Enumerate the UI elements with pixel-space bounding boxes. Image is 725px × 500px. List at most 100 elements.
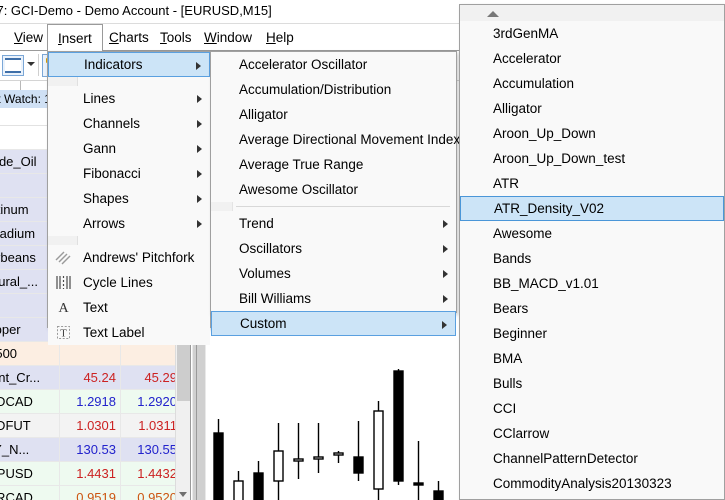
blank-icon — [55, 115, 72, 132]
menu-item-bulls[interactable]: Bulls — [460, 371, 724, 396]
menu-item-alligator[interactable]: Alligator — [460, 96, 724, 121]
menu-item-bma[interactable]: BMA — [460, 346, 724, 371]
menu-item-alligator[interactable]: Alligator — [211, 102, 456, 127]
menu-item-arrows[interactable]: Arrows — [48, 211, 210, 236]
table-row[interactable]: Brent_Cr... 45.24 45.29 — [0, 366, 190, 390]
menu-item-awesome-oscillator[interactable]: Awesome Oscillator — [211, 177, 456, 202]
bid-cell: 130.53 — [76, 442, 116, 457]
menubar-item-insert-label: nsert — [61, 31, 92, 46]
menu-item-label: Average Directional Movement Index — [239, 132, 461, 147]
menu-item-label: CClarrow — [493, 426, 550, 441]
menu-item-oscillators[interactable]: Oscillators — [211, 236, 456, 261]
menu-item-label: Accelerator — [493, 51, 562, 66]
bid-cell: 1.2918 — [76, 394, 116, 409]
bid-cell: 1.0301 — [76, 418, 116, 433]
chevron-right-icon — [197, 145, 202, 153]
menu-item-custom[interactable]: Custom — [211, 311, 456, 336]
menu-item-average-true-range[interactable]: Average True Range — [211, 152, 456, 177]
menu-item-accumulation[interactable]: Accumulation — [460, 71, 724, 96]
menu-item-shapes[interactable]: Shapes — [48, 186, 210, 211]
menu-item-atr[interactable]: ATR — [460, 171, 724, 196]
chevron-right-icon — [197, 220, 202, 228]
menu-item-aroon-up-down-test[interactable]: Aroon_Up_Down_test — [460, 146, 724, 171]
table-row[interactable]: JPY_N... 130.53 130.55 — [0, 438, 190, 462]
menubar-item-help[interactable]: Help — [256, 24, 304, 51]
menu-item-cci[interactable]: CCI — [460, 396, 724, 421]
table-row[interactable]: USDFUT 1.0301 1.0311 — [0, 414, 190, 438]
menu-item-accelerator[interactable]: Accelerator — [460, 46, 724, 71]
ask-cell: 45.29 — [144, 370, 177, 385]
chevron-right-icon — [197, 120, 202, 128]
menu-item-bb-macd-v1-01[interactable]: BB_MACD_v1.01 — [460, 271, 724, 296]
ask-cell: 0.9520 — [137, 490, 177, 500]
menu-item-beginner[interactable]: Beginner — [460, 321, 724, 346]
menu-item-label: CCI — [493, 401, 517, 416]
bid-cell: 1.4431 — [76, 466, 116, 481]
menu-item-fibonacci[interactable]: Fibonacci — [48, 161, 210, 186]
table-row[interactable]: USDCAD 1.2918 1.2920 — [0, 390, 190, 414]
ask-cell: 1.0311 — [138, 418, 177, 433]
menu-item-label: 3rdGenMA — [493, 26, 559, 41]
ask-cell: 1.4432 — [137, 466, 177, 481]
menu-item-accelerator-oscillator[interactable]: Accelerator Oscillator — [211, 52, 456, 77]
bid-cell: 45.24 — [83, 370, 116, 385]
new-chart-button[interactable] — [2, 55, 24, 76]
menu-item-accumulation-distribution[interactable]: Accumulation/Distribution — [211, 77, 456, 102]
menu-item-label: BMA — [493, 351, 523, 366]
indicators-submenu: Accelerator Oscillator Accumulation/Distr… — [210, 51, 460, 336]
menu-item-bears[interactable]: Bears — [460, 296, 724, 321]
menu-item-awesome[interactable]: Awesome — [460, 221, 724, 246]
menu-item-label: Accumulation/Distribution — [239, 82, 392, 97]
menu-item-bands[interactable]: Bands — [460, 246, 724, 271]
menu-item-bill-williams[interactable]: Bill Williams — [211, 286, 456, 311]
chevron-right-icon — [197, 95, 202, 103]
menu-item-channelpatterndetector[interactable]: ChannelPatternDetector — [460, 446, 724, 471]
blank-icon — [55, 190, 72, 207]
menu-item-label: Alligator — [493, 101, 542, 116]
table-row[interactable]: GBPUSD 1.4431 1.4432 — [0, 462, 190, 486]
menubar-item-view-label: iew — [22, 30, 44, 45]
scroll-down-icon[interactable] — [179, 492, 187, 497]
custom-menu-list: 3rdGenMA Accelerator Accumulation Alligator… — [460, 21, 724, 499]
menu-item-commodityanalysis20130323[interactable]: CommodityAnalysis20130323 — [460, 471, 724, 496]
menu-item-average-directional-movement-index[interactable]: Average Directional Movement Index — [211, 127, 460, 152]
ask-cell: 1.2920 — [137, 394, 177, 409]
table-row[interactable]: EURCAD 0.9519 0.9520 — [0, 486, 190, 500]
new-chart-dropdown-caret-icon[interactable] — [27, 62, 35, 66]
menu-item-channels[interactable]: Channels — [48, 111, 210, 136]
table-row[interactable]: SP500 — [0, 342, 190, 366]
menu-item-andrews-pitchfork[interactable]: Andrews' Pitchfork — [48, 245, 210, 270]
svg-text:T: T — [60, 328, 67, 340]
indicators-menu-list: Accelerator Oscillator Accumulation/Distr… — [211, 52, 460, 336]
menu-item-label: Text Label — [83, 325, 145, 340]
menu-item-label: Awesome Oscillator — [239, 182, 359, 197]
menu-item-label: Bill Williams — [239, 291, 311, 306]
insert-menu: Indicators Lines Channels Gann Fibonacci Shap… — [47, 51, 211, 345]
menu-item-label: CommodityAnalysis20130323 — [493, 476, 672, 491]
menu-item-3rdgenma[interactable]: 3rdGenMA — [460, 21, 724, 46]
menu-item-label: Bulls — [493, 376, 523, 391]
menubar-item-window[interactable]: Window — [194, 24, 262, 51]
menu-item-cclarrow[interactable]: CClarrow — [460, 421, 724, 446]
blank-icon — [55, 215, 72, 232]
menu-item-indicators[interactable]: Indicators — [48, 52, 210, 77]
symbol-cell: JPY_N... — [0, 442, 30, 457]
menu-item-cycle-lines[interactable]: Cycle Lines — [48, 270, 210, 295]
menu-item-label: Oscillators — [239, 241, 303, 256]
menu-item-atr-density-v02[interactable]: ATR_Density_V02 — [460, 196, 724, 221]
toolbar-separator — [38, 54, 39, 76]
menu-item-trend[interactable]: Trend — [211, 211, 456, 236]
menubar-item-view[interactable]: View — [4, 24, 53, 51]
menu-item-gann[interactable]: Gann — [48, 136, 210, 161]
menubar-item-insert[interactable]: Insert — [47, 24, 103, 52]
menu-item-text-label[interactable]: T Text Label — [48, 320, 210, 345]
cycle-lines-icon — [55, 274, 72, 291]
chart-icon — [5, 58, 21, 73]
menu-item-text[interactable]: A Text — [48, 295, 210, 320]
menu-item-aroon-up-down[interactable]: Aroon_Up_Down — [460, 121, 724, 146]
menu-item-lines[interactable]: Lines — [48, 86, 210, 111]
menu-item-volumes[interactable]: Volumes — [211, 261, 456, 286]
custom-menu-scroll-up[interactable] — [460, 5, 724, 21]
menu-item-commodityanalysis-email[interactable]: CommodityAnalysis_email — [460, 496, 724, 499]
menubar-item-window-label: indow — [216, 30, 253, 45]
